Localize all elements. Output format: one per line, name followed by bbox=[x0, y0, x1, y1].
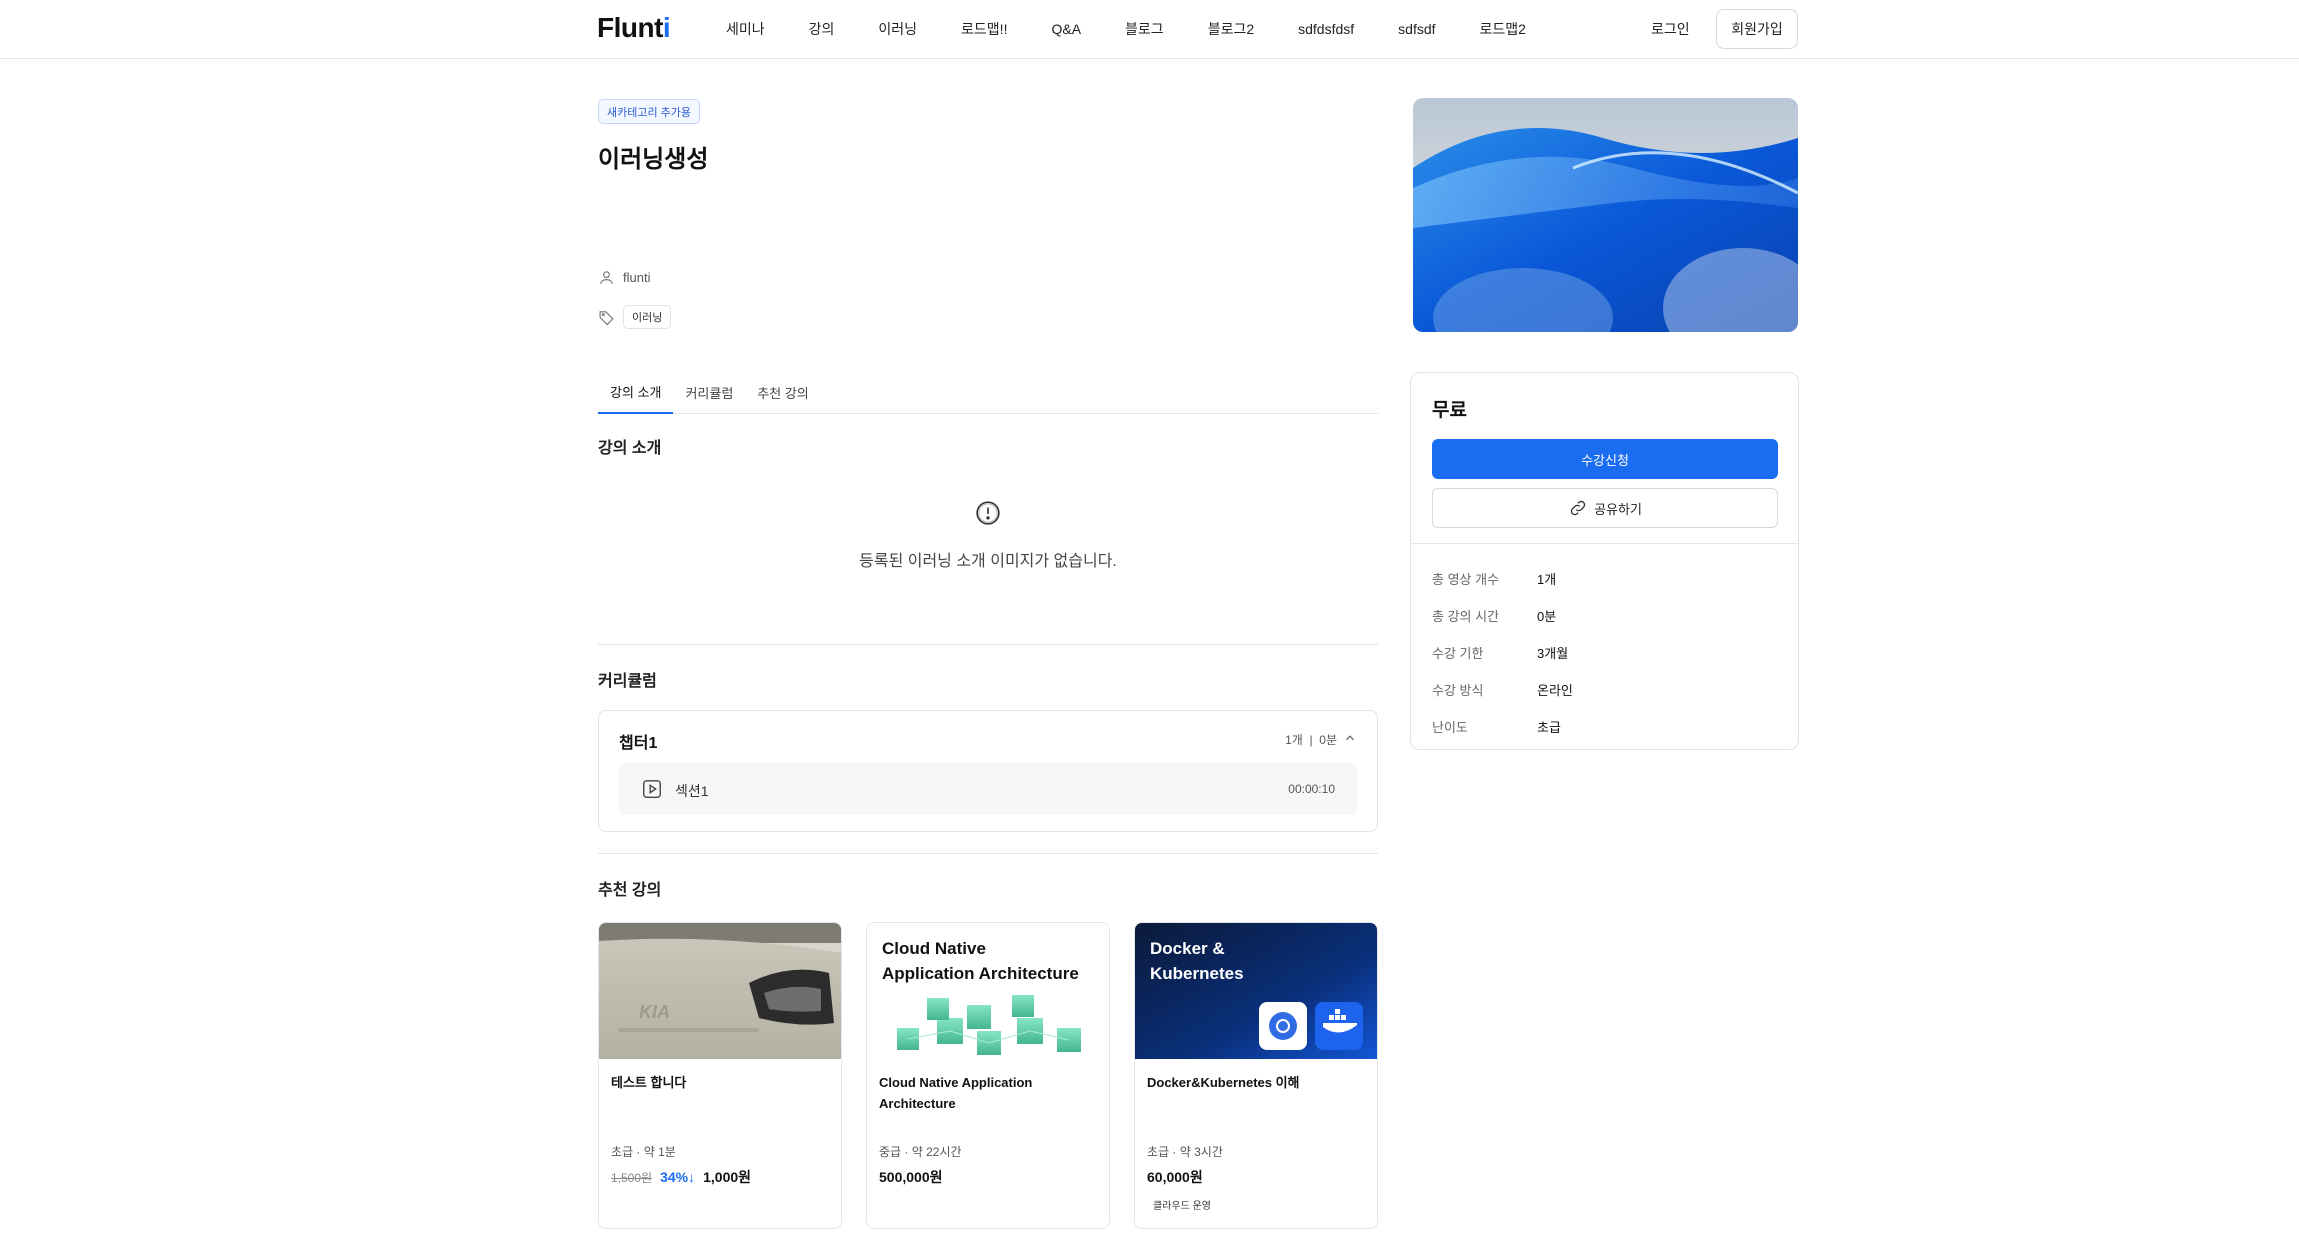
recommended-section-title: 추천 강의 bbox=[598, 882, 662, 899]
nav-roadmap2[interactable]: 로드맵2 bbox=[1480, 19, 1526, 39]
chapter-title[interactable]: 챕터1 bbox=[619, 729, 657, 753]
card-thumb-text: Docker & Kubernetes bbox=[1150, 939, 1244, 983]
info-label: 난이도 bbox=[1432, 720, 1468, 735]
nav-seminar[interactable]: 세미나 bbox=[726, 19, 765, 39]
section-divider bbox=[598, 853, 1378, 854]
lesson-duration: 00:00:10 bbox=[1288, 782, 1335, 796]
tag-chip[interactable]: 이러닝 bbox=[623, 305, 672, 329]
tab-recommended[interactable]: 추천 강의 bbox=[745, 370, 820, 414]
course-tabs: 강의 소개 커리큘럼 추천 강의 bbox=[598, 370, 1378, 414]
sale-price: 1,000원 bbox=[703, 1169, 752, 1185]
info-value: 0분 bbox=[1537, 609, 1557, 624]
price-label: 무료 bbox=[1432, 400, 1467, 421]
info-label: 수강 기한 bbox=[1432, 646, 1484, 661]
nav-sdfdsfdsf[interactable]: sdfdsfdsf bbox=[1298, 21, 1354, 37]
nav-qna[interactable]: Q&A bbox=[1051, 21, 1081, 37]
discount-rate: 34%↓ bbox=[660, 1169, 696, 1185]
card-thumbnail: KIA bbox=[599, 923, 841, 1059]
play-icon bbox=[643, 780, 661, 798]
enroll-panel: 무료 수강신청 공유하기 총 영상 개수 1개 총 강의 시간 0분 수강 기한… bbox=[1410, 372, 1799, 750]
info-label: 총 강의 시간 bbox=[1432, 609, 1500, 624]
empty-message: 등록된 이러닝 소개 이미지가 없습니다. bbox=[859, 553, 1117, 570]
chapter-accordion: 챕터1 1개 | 0분 섹션1 00:00:10 bbox=[598, 710, 1378, 832]
user-icon bbox=[600, 271, 613, 284]
info-row: 수강 방식 온라인 bbox=[1432, 680, 1573, 699]
card-thumbnail: Docker & Kubernetes bbox=[1135, 923, 1377, 1059]
nav-elearning[interactable]: 이러닝 bbox=[878, 19, 917, 39]
section-divider bbox=[598, 644, 1378, 645]
share-label: 공유하기 bbox=[1594, 501, 1642, 517]
intro-empty-state: 등록된 이러닝 소개 이미지가 없습니다. bbox=[598, 500, 1378, 571]
link-icon bbox=[1570, 500, 1586, 516]
signup-button[interactable]: 회원가입 bbox=[1716, 9, 1798, 49]
enroll-button[interactable]: 수강신청 bbox=[1432, 439, 1778, 479]
course-card[interactable]: Cloud Native Application Architecture Cl… bbox=[866, 922, 1110, 1229]
curriculum-section-title: 커리큘럼 bbox=[598, 673, 657, 690]
course-title: 이러닝생성 bbox=[598, 146, 709, 173]
card-meta: 초급 · 약 1분 bbox=[611, 1145, 676, 1159]
panel-divider bbox=[1411, 543, 1798, 544]
course-card[interactable]: KIA 테스트 합니다 초급 · 약 1분 1,500원 34%↓ 1,000원 bbox=[598, 922, 842, 1229]
intro-section-title: 강의 소개 bbox=[598, 440, 662, 457]
top-header: Flunti 세미나 강의 이러닝 로드맵!! Q&A 블로그 블로그2 sdf… bbox=[0, 0, 2299, 59]
nav-lecture[interactable]: 강의 bbox=[809, 19, 835, 39]
chevron-up-icon[interactable] bbox=[1343, 731, 1357, 745]
info-value: 초급 bbox=[1537, 720, 1561, 735]
info-label: 총 영상 개수 bbox=[1432, 572, 1500, 587]
chapter-meta: 1개 | 0분 bbox=[1285, 733, 1337, 747]
flunti-logo[interactable]: Flunti bbox=[597, 12, 671, 44]
sale-price: 60,000원 bbox=[1147, 1169, 1203, 1185]
sale-price: 500,000원 bbox=[879, 1169, 943, 1185]
login-link[interactable]: 로그인 bbox=[1651, 19, 1690, 39]
share-button[interactable]: 공유하기 bbox=[1432, 488, 1778, 528]
instructor-name: flunti bbox=[623, 270, 651, 285]
card-price-row: 60,000원 bbox=[1147, 1167, 1203, 1187]
info-row: 수강 기한 3개월 bbox=[1432, 643, 1568, 662]
svg-text:KIA: KIA bbox=[639, 1002, 670, 1022]
course-card[interactable]: Docker & Kubernetes Docker&Kubernetes 이해… bbox=[1134, 922, 1378, 1229]
info-value: 온라인 bbox=[1537, 683, 1573, 698]
info-row: 총 영상 개수 1개 bbox=[1432, 569, 1556, 588]
lesson-name: 섹션1 bbox=[675, 783, 709, 799]
course-hero-image bbox=[1413, 98, 1798, 332]
info-label: 수강 방식 bbox=[1432, 683, 1484, 698]
nav-roadmap[interactable]: 로드맵!! bbox=[961, 19, 1007, 39]
original-price: 1,500원 bbox=[611, 1170, 653, 1185]
nav-sdfsdf[interactable]: sdfsdf bbox=[1398, 21, 1435, 37]
lesson-row[interactable]: 섹션1 00:00:10 bbox=[619, 763, 1357, 815]
card-price-row: 500,000원 bbox=[879, 1167, 943, 1187]
tag-row: 이러닝 bbox=[598, 305, 672, 329]
tag-icon bbox=[599, 310, 614, 325]
card-title: Docker&Kubernetes 이해 bbox=[1147, 1075, 1300, 1090]
category-badge: 새카테고리 추가용 bbox=[598, 99, 701, 124]
category-chip: 클라우드 운영 bbox=[1153, 1200, 1211, 1212]
info-circle-icon bbox=[976, 501, 1000, 525]
info-value: 1개 bbox=[1537, 572, 1557, 587]
info-value: 3개월 bbox=[1537, 646, 1569, 661]
tab-curriculum[interactable]: 커리큘럼 bbox=[673, 370, 745, 414]
card-title: Cloud Native Application Architecture bbox=[879, 1075, 1033, 1111]
card-meta: 초급 · 약 3시간 bbox=[1147, 1145, 1223, 1159]
info-row: 총 강의 시간 0분 bbox=[1432, 606, 1556, 625]
instructor-row: flunti bbox=[598, 269, 650, 286]
card-price-row: 1,500원 34%↓ 1,000원 bbox=[611, 1167, 751, 1187]
main-nav: 세미나 강의 이러닝 로드맵!! Q&A 블로그 블로그2 sdfdsfdsf … bbox=[726, 0, 1570, 58]
card-meta: 중급 · 약 22시간 bbox=[879, 1145, 962, 1159]
nav-blog[interactable]: 블로그 bbox=[1125, 19, 1164, 39]
tab-intro[interactable]: 강의 소개 bbox=[598, 370, 674, 414]
card-thumb-text: Cloud Native Application Architecture bbox=[882, 939, 1079, 983]
nav-blog2[interactable]: 블로그2 bbox=[1208, 19, 1254, 39]
info-row: 난이도 초급 bbox=[1432, 717, 1561, 736]
card-thumbnail: Cloud Native Application Architecture bbox=[867, 923, 1109, 1059]
card-title: 테스트 합니다 bbox=[611, 1075, 687, 1090]
